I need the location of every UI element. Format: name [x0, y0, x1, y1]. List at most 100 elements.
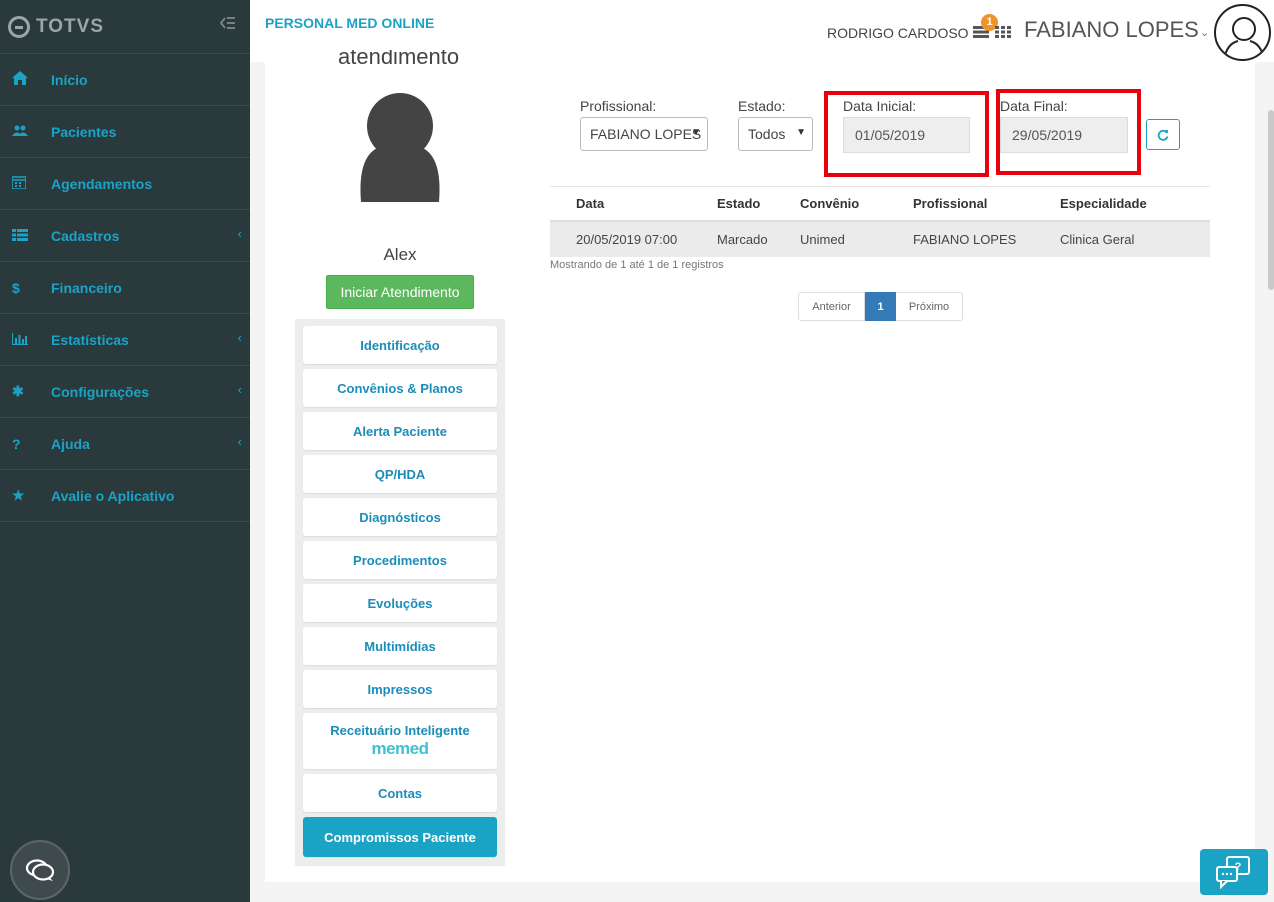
table-row[interactable]: 20/05/2019 07:00 Marcado Unimed FABIANO …	[550, 222, 1210, 257]
profissional-value: FABIANO LOPES	[590, 126, 702, 142]
cell-data: 20/05/2019 07:00	[576, 232, 678, 247]
column-header[interactable]: Especialidade	[1060, 196, 1210, 211]
calendar-icon	[0, 175, 51, 192]
menu-label: Receituário Inteligente	[330, 723, 470, 738]
caret-down-icon: ▼	[796, 127, 806, 138]
sidebar-item-label: Estatísticas	[51, 331, 129, 348]
pagination-next[interactable]: Próximo	[896, 292, 963, 321]
sidebar-collapse-icon[interactable]	[219, 16, 236, 35]
chevron-left-icon: ‹	[237, 382, 242, 397]
brand-bar: TOTVS	[0, 0, 250, 54]
chat-button[interactable]	[10, 840, 70, 900]
start-consultation-button[interactable]: Iniciar Atendimento	[326, 275, 474, 309]
menu-procedimentos[interactable]: Procedimentos	[303, 541, 497, 579]
main-content: atendimento Alex Iniciar Atendimento Ide…	[265, 50, 1255, 882]
cell-profissional: FABIANO LOPES	[913, 232, 1017, 247]
question-icon: ?	[12, 435, 21, 452]
sidebar-item-label: Início	[51, 71, 88, 88]
chevron-left-icon: ‹	[237, 226, 242, 241]
scrollbar[interactable]	[1268, 110, 1274, 290]
menu-diagnosticos[interactable]: Diagnósticos	[303, 498, 497, 536]
chat-icon	[25, 859, 55, 881]
app-title[interactable]: PERSONAL MED ONLINE	[265, 15, 434, 31]
sidebar-item-ajuda[interactable]: ? Ajuda ‹	[0, 418, 250, 470]
menu-multimidias[interactable]: Multimídias	[303, 627, 497, 665]
data-inicial-label: Data Inicial:	[843, 98, 917, 114]
profissional-label: Profissional:	[580, 98, 657, 114]
sidebar-item-label: Pacientes	[51, 123, 117, 140]
sidebar-item-agendamentos[interactable]: Agendamentos	[0, 158, 250, 210]
end-date-input[interactable]	[1000, 117, 1128, 153]
menu-contas[interactable]: Contas	[303, 774, 497, 812]
sidebar-item-label: Avalie o Aplicativo	[51, 487, 175, 504]
column-header[interactable]: Data	[550, 196, 717, 211]
table-header: Data Estado Convênio Profissional Especi…	[550, 187, 1210, 222]
sidebar-item-financeiro[interactable]: $ Financeiro	[0, 262, 250, 314]
sidebar-item-label: Financeiro	[51, 279, 122, 296]
cell-especialidade: Clinica Geral	[1060, 232, 1135, 247]
current-user-name[interactable]: FABIANO LOPES	[1024, 17, 1199, 43]
estado-label: Estado:	[738, 98, 786, 114]
sidebar-item-label: Ajuda	[51, 435, 90, 452]
estado-select[interactable]: Todos ▼	[738, 117, 813, 151]
sidebar-item-configuracoes[interactable]: ✱ Configurações ‹	[0, 366, 250, 418]
patient-avatar-icon	[360, 93, 440, 202]
user-avatar[interactable]	[1214, 4, 1271, 61]
star-icon: ★	[12, 487, 25, 503]
menu-impressos[interactable]: Impressos	[303, 670, 497, 708]
start-date-input[interactable]	[843, 117, 970, 153]
totvs-logo[interactable]: TOTVS	[8, 15, 104, 38]
sidebar-item-label: Agendamentos	[51, 175, 153, 192]
memed-logo: memed	[371, 739, 429, 758]
menu-evolucoes[interactable]: Evoluções	[303, 584, 497, 622]
column-header[interactable]: Estado	[717, 196, 800, 211]
help-chat-icon: ?	[1216, 856, 1250, 889]
brand-name: TOTVS	[36, 15, 104, 37]
sidebar-item-cadastros[interactable]: Cadastros ‹	[0, 210, 250, 262]
help-chat-button[interactable]: ?	[1200, 849, 1268, 895]
cell-convenio: Unimed	[800, 232, 845, 247]
sidebar-item-inicio[interactable]: Início	[0, 54, 250, 106]
data-final-label: Data Final:	[1000, 98, 1068, 114]
patient-name: Alex	[383, 245, 417, 264]
patient-menu: Identificação Convênios & Planos Alerta …	[295, 319, 505, 866]
pagination: Anterior 1 Próximo	[798, 292, 963, 321]
menu-alerta-paciente[interactable]: Alerta Paciente	[303, 412, 497, 450]
sidebar: TOTVS Início Pacientes Agendamentos Cada…	[0, 0, 250, 902]
secondary-user-name[interactable]: RODRIGO CARDOSO	[827, 25, 969, 41]
menu-identificacao[interactable]: Identificação	[303, 326, 497, 364]
sidebar-item-avalie[interactable]: ★ Avalie o Aplicativo	[0, 470, 250, 522]
refresh-button[interactable]	[1146, 119, 1180, 150]
column-header[interactable]: Convênio	[800, 196, 913, 211]
menu-receituario-inteligente[interactable]: Receituário Inteligente memed	[303, 713, 497, 769]
list-icon	[0, 228, 51, 244]
sidebar-item-label: Configurações	[51, 383, 150, 400]
dollar-icon: $	[12, 279, 20, 296]
sidebar-item-label: Cadastros	[51, 227, 120, 244]
bar-chart-icon	[0, 332, 51, 348]
chevron-left-icon: ‹	[237, 330, 242, 345]
refresh-icon	[1157, 129, 1169, 141]
pagination-page-1[interactable]: 1	[865, 292, 896, 321]
sidebar-item-pacientes[interactable]: Pacientes	[0, 106, 250, 158]
gear-icon: ✱	[12, 383, 24, 399]
column-header[interactable]: Profissional	[913, 196, 1060, 211]
chevron-down-icon[interactable]: ⌄	[1200, 26, 1209, 39]
profissional-select[interactable]: FABIANO LOPES ▼	[580, 117, 708, 151]
totvs-logo-icon	[8, 15, 30, 38]
cell-estado: Marcado	[717, 232, 768, 247]
table-info: Mostrando de 1 até 1 de 1 registros	[550, 259, 724, 271]
chevron-left-icon: ‹	[237, 434, 242, 449]
grid-icon[interactable]	[995, 25, 1011, 39]
menu-qp-hda[interactable]: QP/HDA	[303, 455, 497, 493]
caret-down-icon: ▼	[691, 127, 701, 138]
home-icon	[0, 71, 51, 88]
estado-value: Todos	[748, 126, 786, 142]
appointments-table: Data Estado Convênio Profissional Especi…	[550, 186, 1210, 257]
menu-convenios-planos[interactable]: Convênios & Planos	[303, 369, 497, 407]
sidebar-item-estatisticas[interactable]: Estatísticas ‹	[0, 314, 250, 366]
menu-compromissos-paciente[interactable]: Compromissos Paciente	[303, 817, 497, 857]
users-icon	[0, 124, 51, 140]
page-title: atendimento	[338, 50, 460, 64]
pagination-prev[interactable]: Anterior	[798, 292, 865, 321]
